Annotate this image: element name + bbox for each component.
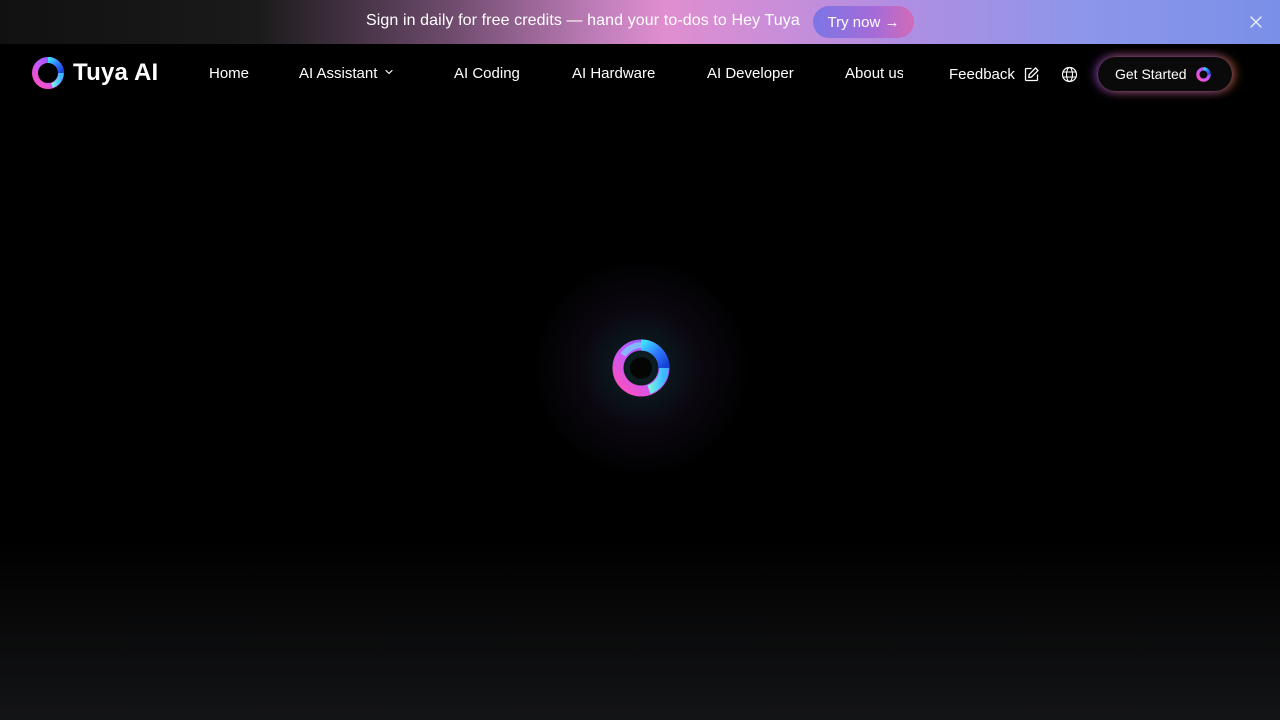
nav-item-ai-developer[interactable]: AI Developer	[707, 65, 794, 82]
nav-item-ai-coding[interactable]: AI Coding	[454, 65, 520, 82]
chevron-down-icon	[385, 69, 393, 75]
nav-item-ai-hardware[interactable]: AI Hardware	[572, 65, 655, 82]
promo-banner: Sign in daily for free credits — hand yo…	[0, 0, 1280, 44]
get-started-button[interactable]: Get Started	[1098, 57, 1232, 91]
loading-spinner-icon	[612, 339, 670, 397]
tuya-orb-icon	[1195, 66, 1211, 82]
feedback-label: Feedback	[949, 66, 1015, 83]
nav-item-home[interactable]: Home	[209, 65, 249, 82]
banner-message: Sign in daily for free credits — hand yo…	[366, 12, 800, 29]
nav-item-about-us[interactable]: About us	[845, 65, 903, 82]
feedback-link[interactable]: Feedback	[949, 66, 1040, 83]
brand-name: Tuya AI	[73, 59, 159, 86]
top-navigation: Tuya AI Home AI Assistant AI Coding AI H…	[0, 44, 1280, 104]
brand-logo[interactable]: Tuya AI	[32, 57, 158, 89]
get-started-label: Get Started	[1115, 66, 1187, 82]
nav-item-ai-assistant[interactable]: AI Assistant	[299, 65, 394, 82]
edit-icon	[1024, 67, 1039, 82]
close-icon[interactable]	[1249, 15, 1263, 29]
globe-icon[interactable]	[1061, 66, 1078, 83]
nav-item-label: AI Assistant	[299, 65, 378, 82]
try-now-button[interactable]: Try now →	[813, 6, 914, 38]
tuya-orb-icon	[32, 57, 64, 89]
